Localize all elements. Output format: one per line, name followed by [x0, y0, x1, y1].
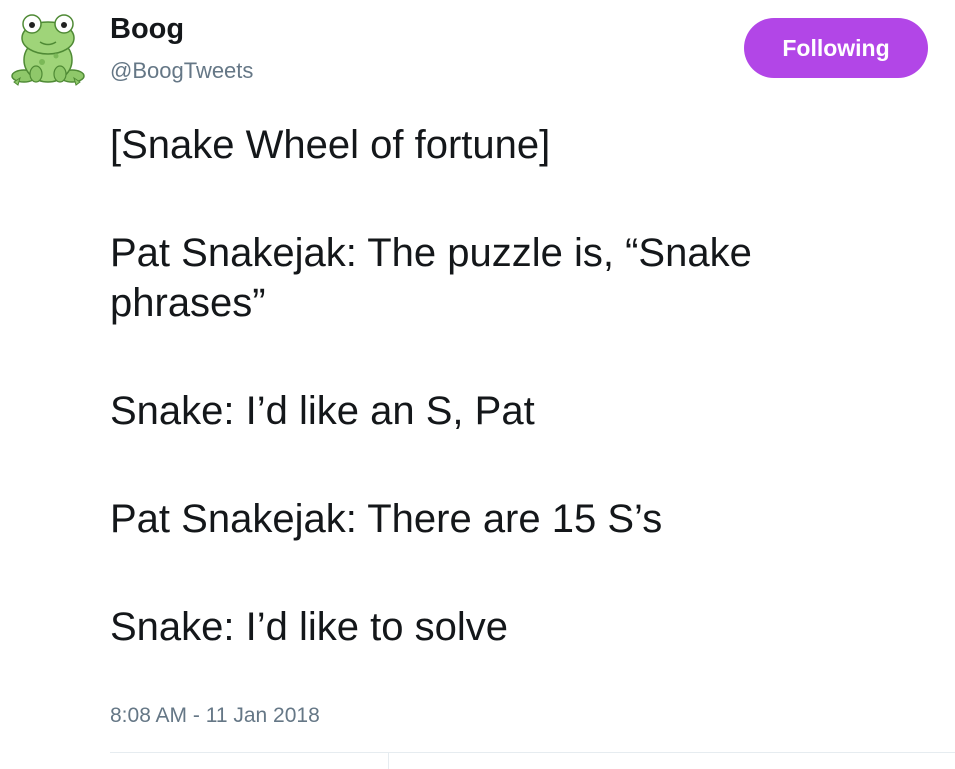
- tweet-paragraph: Pat Snakejak: There are 15 S’s: [110, 497, 663, 541]
- tweet-text: [Snake Wheel of fortune] Pat Snakejak: T…: [110, 120, 910, 710]
- frog-icon: [11, 14, 85, 86]
- tweet-paragraph: Snake: I’d like to solve: [110, 605, 508, 649]
- divider: [110, 752, 955, 753]
- tweet-timestamp[interactable]: 8:08 AM - 11 Jan 2018: [110, 702, 320, 730]
- following-button[interactable]: Following: [744, 18, 928, 78]
- user-display-name[interactable]: Boog: [110, 12, 184, 46]
- tweet-paragraph: [Snake Wheel of fortune]: [110, 123, 551, 167]
- tweet-paragraph: Snake: I’d like an S, Pat: [110, 389, 535, 433]
- avatar[interactable]: [10, 10, 86, 92]
- divider: [388, 752, 389, 769]
- user-handle[interactable]: @BoogTweets: [110, 57, 253, 85]
- tweet-paragraph: Pat Snakejak: The puzzle is, “Snake phra…: [110, 231, 752, 325]
